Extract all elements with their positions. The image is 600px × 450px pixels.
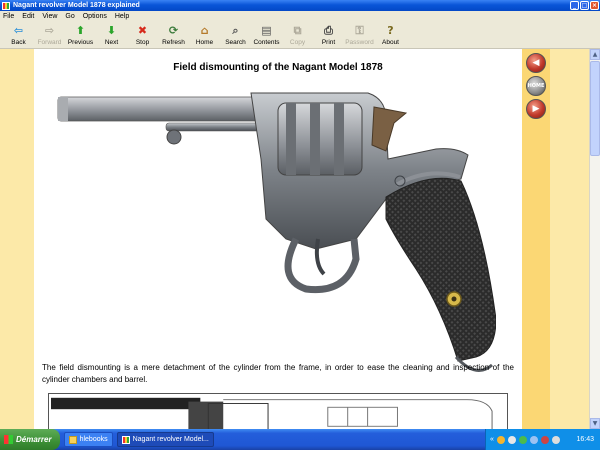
menu-bar: File Edit View Go Options Help xyxy=(0,11,600,22)
key-icon: ⚿ xyxy=(355,24,364,37)
menu-options[interactable]: Options xyxy=(83,13,107,20)
scroll-thumb[interactable] xyxy=(590,61,600,156)
nav-home-button[interactable]: HOME xyxy=(526,76,546,96)
left-arrow-icon: ◀ xyxy=(532,58,540,68)
toolbar-label: Password xyxy=(345,39,374,46)
toolbar-back-button[interactable]: ⇦ Back xyxy=(3,22,34,49)
title-bar[interactable]: Nagant revolver Model 1878 explained _ □… xyxy=(0,0,600,11)
help-app-icon xyxy=(121,435,130,444)
app-window: Nagant revolver Model 1878 explained _ □… xyxy=(0,0,600,450)
help-page: Field dismounting of the Nagant Model 18… xyxy=(34,49,522,429)
search-icon: ⌕ xyxy=(232,24,239,37)
toolbar-label: Previous xyxy=(67,39,94,46)
toolbar-label: Contents xyxy=(253,39,280,46)
toolbar-label: Home xyxy=(195,39,214,46)
app-icon xyxy=(2,1,10,10)
tray-icon-4[interactable] xyxy=(529,435,538,444)
menu-edit[interactable]: Edit xyxy=(22,13,34,20)
task-label: Nagant revolver Model... xyxy=(132,436,209,443)
down-arrow-icon: ⬇ xyxy=(106,24,117,37)
toolbar-copy-button[interactable]: ⧉ Copy xyxy=(282,22,313,49)
toolbar-label: Stop xyxy=(135,39,150,46)
close-button[interactable]: × xyxy=(590,1,599,10)
content-area: Field dismounting of the Nagant Model 18… xyxy=(0,49,589,429)
print-icon: ⎙ xyxy=(324,24,333,37)
window-controls: _ □ × xyxy=(570,1,599,10)
scroll-down-button[interactable]: ▼ xyxy=(590,418,600,429)
menu-help[interactable]: Help xyxy=(115,13,129,20)
volume-icon[interactable] xyxy=(551,435,560,444)
copy-icon: ⧉ xyxy=(293,24,302,37)
toolbar-password-button[interactable]: ⚿ Password xyxy=(344,22,375,49)
windows-logo-icon xyxy=(4,435,13,444)
menu-file[interactable]: File xyxy=(3,13,14,20)
scroll-up-button[interactable]: ▲ xyxy=(590,49,600,60)
toolbar-label: Back xyxy=(11,39,26,46)
window-title: Nagant revolver Model 1878 explained xyxy=(13,2,140,9)
toolbar-print-button[interactable]: ⎙ Print xyxy=(313,22,344,49)
tray-icon-3[interactable] xyxy=(518,435,527,444)
tray-expand-icon[interactable]: « xyxy=(490,436,494,443)
toolbar-next-button[interactable]: ⬇ Next xyxy=(96,22,127,49)
menu-go[interactable]: Go xyxy=(65,13,74,20)
tray-icon-2[interactable] xyxy=(507,435,516,444)
maximize-button[interactable]: □ xyxy=(580,1,589,10)
home-label: HOME xyxy=(527,83,545,89)
nav-next-button[interactable]: ▶ xyxy=(526,99,546,119)
start-button[interactable]: Démarrer xyxy=(0,429,60,450)
tray-icon-5[interactable] xyxy=(540,435,549,444)
toolbar-previous-button[interactable]: ⬆ Previous xyxy=(65,22,96,49)
description-text: The field dismounting is a mere detachme… xyxy=(42,363,514,384)
right-nav-panel: ◀ HOME ▶ xyxy=(522,49,589,429)
revolver-photo xyxy=(57,92,496,372)
taskbar: Démarrer hlebooks Nagant revolver Model.… xyxy=(0,429,600,450)
toolbar-label: Print xyxy=(321,39,336,46)
toolbar: ⇦ Back ⇨ Forward ⬆ Previous ⬇ Next ✖ Stop ⟳ Refresh… xyxy=(0,22,600,49)
toolbar-about-button[interactable]: ? About xyxy=(375,22,406,49)
toolbar-label: About xyxy=(382,39,399,46)
page-title: Field dismounting of the Nagant Model 18… xyxy=(173,62,383,73)
menu-view[interactable]: View xyxy=(42,13,57,20)
folder-icon xyxy=(68,435,77,444)
forward-arrow-icon: ⇨ xyxy=(44,24,55,37)
back-arrow-icon: ⇦ xyxy=(13,24,24,37)
minimize-button[interactable]: _ xyxy=(570,1,579,10)
contents-icon: ▤ xyxy=(261,24,272,37)
toolbar-contents-button[interactable]: ▤ Contents xyxy=(251,22,282,49)
start-label: Démarrer xyxy=(16,435,52,444)
refresh-icon: ⟳ xyxy=(168,24,179,37)
task-label: hlebooks xyxy=(79,436,108,443)
left-margin-panel xyxy=(0,49,34,429)
tray-icon-1[interactable] xyxy=(496,435,505,444)
cylinder-diagram xyxy=(48,393,508,429)
nav-previous-button[interactable]: ◀ xyxy=(526,53,546,73)
stop-icon: ✖ xyxy=(137,24,148,37)
toolbar-forward-button[interactable]: ⇨ Forward xyxy=(34,22,65,49)
up-arrow-icon: ⬆ xyxy=(75,24,86,37)
toolbar-home-button[interactable]: ⌂ Home xyxy=(189,22,220,49)
toolbar-stop-button[interactable]: ✖ Stop xyxy=(127,22,158,49)
toolbar-label: Copy xyxy=(289,39,306,46)
toolbar-label: Search xyxy=(225,39,246,46)
clock: 16:43 xyxy=(576,436,594,443)
toolbar-label: Next xyxy=(104,39,119,46)
vertical-scrollbar[interactable]: ▲ ▼ xyxy=(589,49,600,429)
home-icon: ⌂ xyxy=(200,24,209,37)
toolbar-search-button[interactable]: ⌕ Search xyxy=(220,22,251,49)
about-icon: ? xyxy=(387,24,394,37)
toolbar-refresh-button[interactable]: ⟳ Refresh xyxy=(158,22,189,49)
system-tray: « 16:43 xyxy=(485,429,600,450)
taskbar-item-nagant[interactable]: Nagant revolver Model... xyxy=(116,432,214,447)
taskbar-item-hlebooks[interactable]: hlebooks xyxy=(63,432,113,447)
toolbar-label: Refresh xyxy=(162,39,185,46)
toolbar-label: Forward xyxy=(37,39,62,46)
right-arrow-icon: ▶ xyxy=(532,104,540,114)
